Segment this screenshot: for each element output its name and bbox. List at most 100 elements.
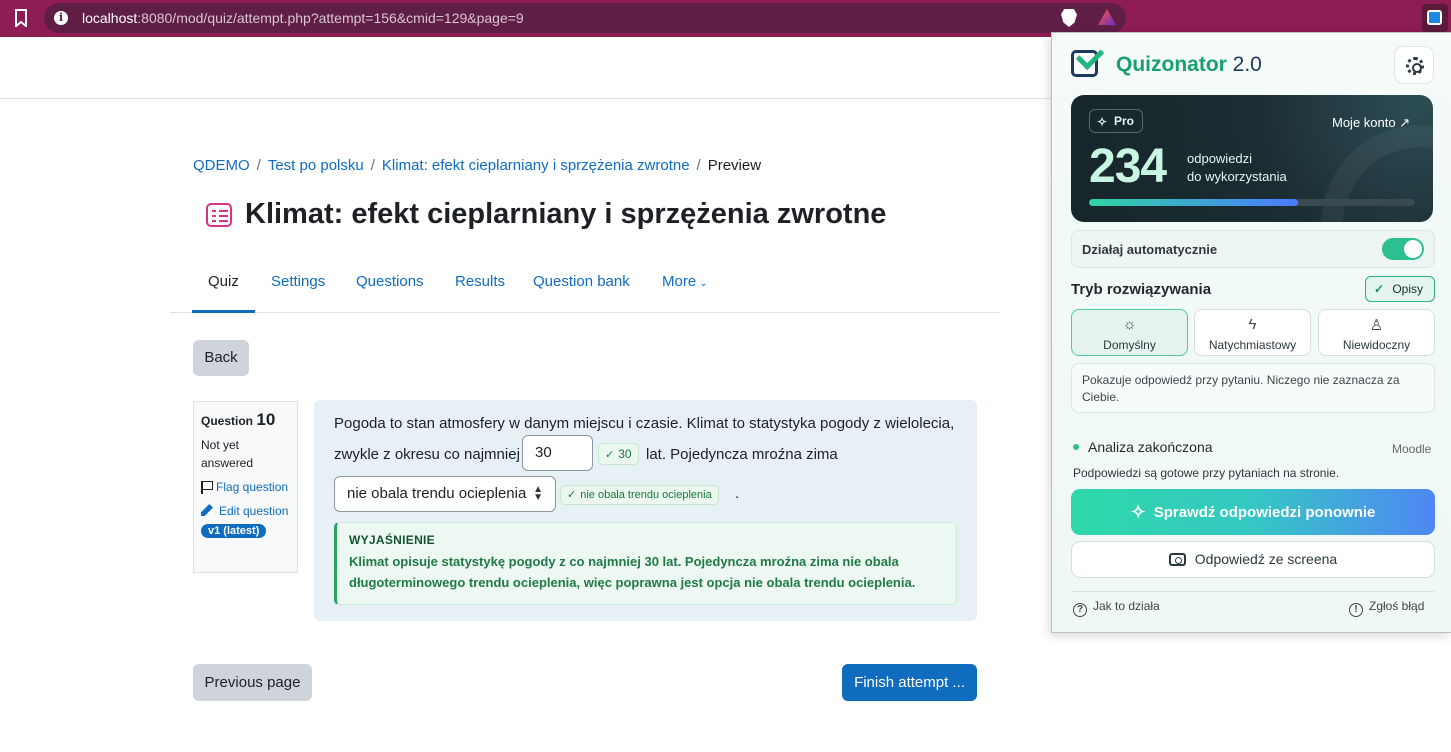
check-again-label: Sprawdź odpowiedzi ponownie [1153,504,1376,521]
tab-more[interactable]: More ⌄ [662,262,708,313]
pencil-icon [201,504,213,516]
secondary-navigation: Quiz Settings Questions Results Question… [170,262,1000,313]
explanation-text: Klimat opisuje statystykę pogody z co na… [349,554,916,590]
question-text-line2: zwykle z okresu co najmniej [334,446,520,463]
question-text-line3: lat. Pojedyncza mroźna zima [646,446,838,463]
decorative-ring [1321,125,1433,222]
descriptions-label: Opisy [1392,282,1423,296]
settings-button[interactable] [1394,46,1434,84]
breadcrumb: QDEMO / Test po polsku / Klimat: efekt ciepl… [193,157,761,174]
analysis-status-label: Analiza zakończona [1088,439,1213,455]
quiz-icon [206,203,232,227]
my-account-link[interactable]: Moje konto ↗ [1332,115,1410,131]
mode-label: Natychmiastowy [1208,338,1297,352]
tab-more-label: More [662,273,697,290]
flag-icon [201,480,213,494]
how-it-works-label: Jak to działa [1093,599,1160,613]
answers-label-line1: odpowiedzi [1187,151,1253,166]
camera-icon [1168,553,1186,566]
bookmark-icon[interactable] [10,8,32,28]
chevron-down-icon: ⌄ [699,278,708,289]
how-it-works-link[interactable]: ? Jak to działa [1073,599,1160,617]
status-source: Moodle [1392,442,1432,456]
answer-hint-value: nie obala trendu ocieplenia [580,489,712,501]
status-dot-icon [1073,444,1079,450]
breadcrumb-course[interactable]: QDEMO [193,157,250,174]
report-bug-link[interactable]: ! Zgłoś błąd [1349,599,1424,617]
mode-instant-button[interactable]: ϟ Natychmiastowy [1194,309,1311,356]
breadcrumb-separator: / [256,157,261,174]
url-path: :8080/mod/quiz/attempt.php?attempt=156&c… [137,10,524,26]
ghost-icon: ♙ [1369,317,1384,334]
tab-results[interactable]: Results [455,262,505,313]
back-button[interactable]: Back [193,340,249,376]
answers-label: odpowiedzi do wykorzystania [1187,150,1287,186]
bolt-icon: ϟ [1248,316,1257,333]
navbar-divider [0,98,1052,99]
sparkle-icon: ✧ [1130,502,1146,522]
auto-mode-label: Działaj automatycznie [1082,242,1218,257]
quizonator-logo-icon [1071,41,1105,78]
answers-card: ✧ Pro Moje konto ↗ 234 odpowiedzi do wykor… [1071,95,1433,222]
check-icon: ✓ [567,489,577,501]
answer-input[interactable]: 30 [522,435,593,471]
quizonator-extension-icon[interactable] [1422,4,1448,32]
tab-questions[interactable]: Questions [356,262,424,313]
question-number: Question 10 [201,410,290,430]
answer-select[interactable]: nie obala trendu ocieplenia ▲ ▼ [334,476,556,512]
help-icon: ? [1073,603,1087,617]
version-badge: v1 (latest) [201,524,267,538]
sentence-end: . [735,485,740,502]
rewards-icon[interactable] [1098,9,1116,25]
brand-version: 2.0 [1232,53,1262,76]
url-host: localhost [82,10,138,26]
explanation-label: WYJAŚNIENIE [349,533,435,547]
descriptions-toggle[interactable]: ✓ Opisy [1365,276,1435,302]
explanation-box: WYJAŚNIENIE Klimat opisuje statystykę po… [334,522,957,605]
address-bar[interactable]: i localhost:8080/mod/quiz/attempt.php?at… [44,3,1126,33]
breadcrumb-separator: / [370,157,375,174]
finish-attempt-button[interactable]: Finish attempt ... [842,664,977,701]
tab-question-bank[interactable]: Question bank [533,262,630,313]
previous-page-button[interactable]: Previous page [193,664,312,701]
tab-quiz[interactable]: Quiz [192,262,255,313]
mode-description: Pokazuje odpowiedź przy pytaniu. Niczego… [1071,363,1435,413]
status-subtext: Podpowiedzi są gotowe przy pytaniach na … [1073,466,1340,480]
edit-question-link[interactable]: Edit question [201,502,290,520]
breadcrumb-quiz[interactable]: Klimat: efekt cieplarniany i sprzężenia … [382,157,690,174]
panel-divider [1071,591,1435,592]
question-state: Not yet answered [201,438,254,470]
screenshot-answer-label: Odpowiedź ze screena [1194,551,1338,567]
page-title: Klimat: efekt cieplarniany i sprzężenia … [245,198,887,230]
toggle-knob [1404,240,1422,258]
url-text[interactable]: localhost:8080/mod/quiz/attempt.php?atte… [82,10,524,26]
answers-count: 234 [1089,140,1167,193]
mode-label: Niewidoczny [1342,338,1411,352]
answers-label-line2: do wykorzystania [1187,169,1287,184]
question-info: Question 10 Not yet answered Flag questi… [193,401,298,573]
pro-label: Pro [1114,114,1135,128]
answer-hint-value: 30 [618,447,632,461]
quizonator-panel: Quizonator 2.0 ✧ Pro Moje konto ↗ 234 odp… [1051,32,1451,633]
check-again-button[interactable]: ✧ Sprawdź odpowiedzi ponownie [1071,489,1435,535]
brave-shield-icon[interactable] [1061,9,1077,27]
mode-invisible-button[interactable]: ♙ Niewidoczny [1318,309,1435,356]
site-info-icon[interactable]: i [54,11,68,25]
breadcrumb-section[interactable]: Test po polsku [268,157,364,174]
auto-mode-toggle[interactable] [1382,238,1424,260]
tab-settings[interactable]: Settings [271,262,325,313]
question-label: Question [201,414,254,428]
auto-mode-row: Działaj automatycznie [1071,230,1435,268]
answers-progress [1089,199,1415,206]
mode-default-button[interactable]: ☼ Domyślny [1071,309,1188,356]
sun-icon: ☼ [1122,316,1137,333]
analysis-status: Analiza zakończona [1073,439,1213,455]
screenshot-answer-button[interactable]: Odpowiedź ze screena [1071,541,1435,578]
flag-question-link[interactable]: Flag question [201,480,290,494]
question-content: Pogoda to stan atmosfery w danym miejscu… [314,400,977,621]
breadcrumb-current: Preview [707,157,762,174]
sparkle-icon: ✧ [1097,115,1108,129]
question-text-line1: Pogoda to stan atmosfery w danym miejscu… [334,415,955,432]
check-icon: ✓ [1374,282,1385,296]
brand-name: Quizonator [1116,53,1227,76]
